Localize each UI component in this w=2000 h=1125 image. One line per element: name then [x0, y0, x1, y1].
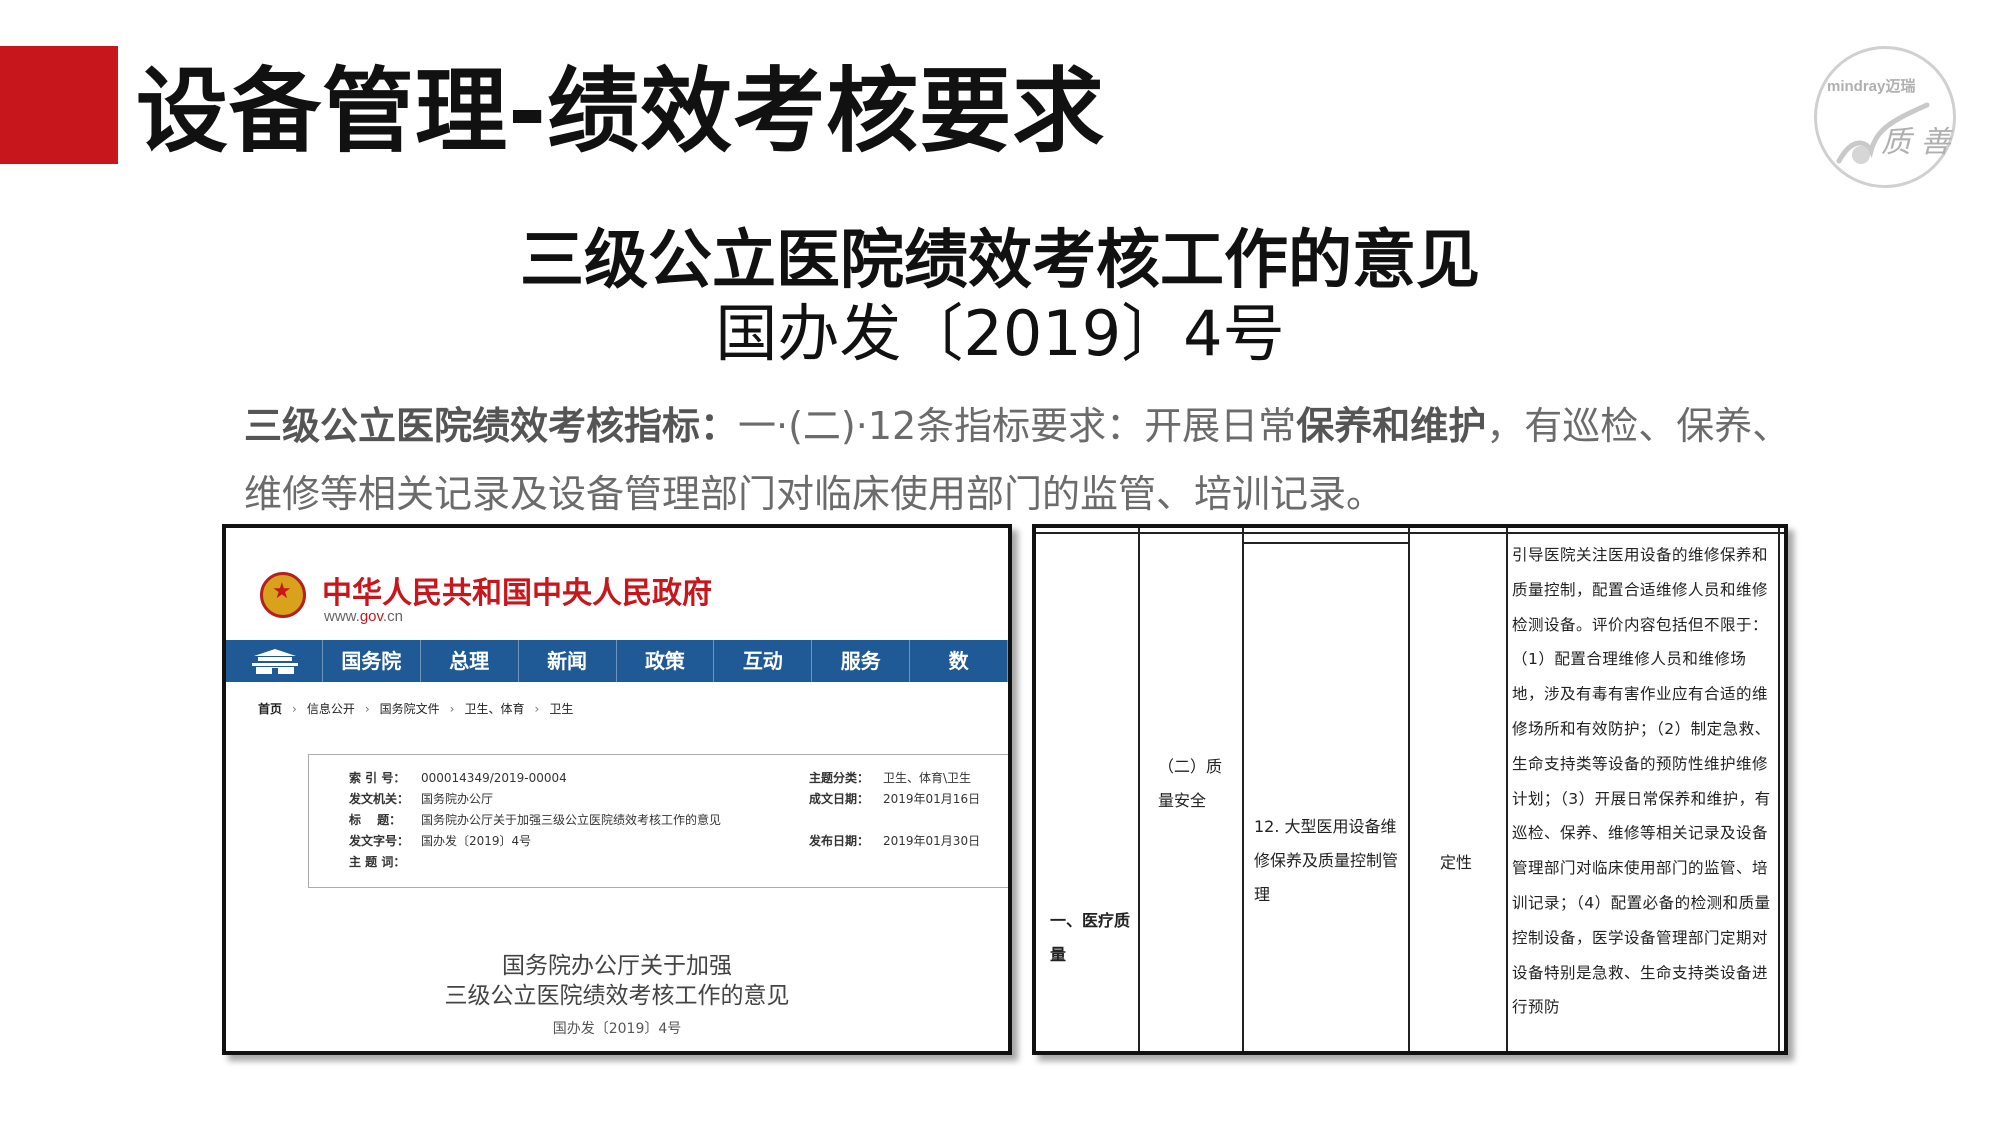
breadcrumb: 首页 › 信息公开 › 国务院文件 › 卫生、体育 › 卫生: [258, 700, 573, 717]
cell-indicator: 12. 大型医用设备维修保养及质量控制管理: [1254, 817, 1399, 904]
gov-url-suffix: .cn: [382, 608, 403, 625]
notice-title-line2: 三级公立医院绩效考核工作的意见: [444, 983, 790, 1009]
meta-index: 索 引 号： 000014349/2019-00004: [349, 771, 567, 785]
gov-url-mid: gov: [359, 608, 383, 625]
indicator-table-screenshot: 一、医疗质量 （二）质量安全 12. 大型医用设备维修保养及质量控制管理 定性 …: [1032, 524, 1788, 1055]
cell-subcategory: （二）质量安全: [1158, 757, 1223, 810]
nav-item-premier[interactable]: 总理: [421, 640, 519, 682]
gov-website-screenshot: 中华人民共和国中央人民政府 www.gov.cn 国务院 总理 新闻 政策 互动…: [222, 524, 1012, 1055]
notice-docno: 国办发〔2019〕4号: [552, 1021, 682, 1037]
table-top-rule: [1036, 532, 1784, 534]
breadcrumb-health[interactable]: 卫生: [549, 700, 573, 717]
breadcrumb-separator: ›: [292, 702, 297, 716]
cell-category: 一、医疗质量: [1050, 911, 1131, 964]
table-col-divider: [1506, 528, 1508, 1051]
meta-date: 成文日期： 2019年01月16日: [809, 792, 981, 806]
breadcrumb-health-sports[interactable]: 卫生、体育: [464, 700, 524, 717]
gov-nav-bar: 国务院 总理 新闻 政策 互动 服务 数: [226, 640, 1008, 682]
nav-item-service[interactable]: 服务: [812, 640, 911, 682]
gov-site-name: 中华人民共和国中央人民政府: [322, 576, 712, 611]
table-col-divider: [1138, 528, 1140, 1051]
notice-title-line1: 国务院办公厅关于加强: [502, 953, 732, 979]
paragraph-highlight: 保养和维护: [1296, 404, 1487, 448]
national-emblem-icon: [260, 572, 306, 618]
document-number: 国办发〔2019〕4号: [715, 297, 1285, 370]
meta-category: 主题分类： 卫生、体育\卫生: [809, 771, 972, 785]
table-col-divider: [1242, 528, 1244, 1051]
nav-item-policy[interactable]: 政策: [617, 640, 715, 682]
indicator-table: 一、医疗质量 （二）质量安全 12. 大型医用设备维修保养及质量控制管理 定性 …: [1036, 528, 1784, 1051]
slide-title: 设备管理-绩效考核要求: [136, 58, 1106, 165]
document-title: 三级公立医院绩效考核工作的意见: [520, 224, 1480, 298]
requirement-paragraph: 三级公立医院绩效考核指标：一·(二)·12条指标要求：开展日常保养和维护，有巡检…: [244, 392, 1804, 528]
paragraph-label: 三级公立医院绩效考核指标：: [244, 404, 739, 448]
nav-item-interaction[interactable]: 互动: [714, 640, 813, 682]
meta-docno: 发文字号： 国办发〔2019〕4号: [349, 834, 532, 848]
gov-url-prefix: www.: [324, 608, 360, 625]
gov-site-url: www.gov.cn: [324, 608, 403, 625]
meta-pubdate: 发布日期： 2019年01月30日: [809, 834, 981, 848]
breadcrumb-docs[interactable]: 国务院文件: [380, 700, 440, 717]
cell-description: 引导医院关注医用设备的维修保养和质量控制，配置合适维修人员和维修检测设备。评价内…: [1512, 546, 1771, 1017]
title-accent-bar: [0, 46, 118, 164]
mindray-logo: mindray迈瑞 质 善: [1814, 46, 1956, 188]
breadcrumb-separator: ›: [364, 702, 370, 716]
gov-header: 中华人民共和国中央人民政府 www.gov.cn: [226, 528, 1008, 640]
meta-subject: 主 题 词：: [349, 855, 406, 869]
tiananmen-icon: [252, 649, 298, 674]
paragraph-text-1: 一·(二)·12条指标要求：开展日常: [738, 404, 1297, 448]
breadcrumb-separator: ›: [534, 702, 540, 716]
document-meta-box: 索 引 号： 000014349/2019-00004 发文机关： 国务院办公厅 标…: [308, 754, 1008, 888]
meta-title: 标 题： 国务院办公厅关于加强三级公立医院绩效考核工作的意见: [349, 813, 722, 827]
nav-item-data[interactable]: 数: [910, 640, 1008, 682]
table-header-rule: [1242, 542, 1408, 544]
table-col-divider: [1778, 528, 1780, 1051]
breadcrumb-separator: ›: [449, 702, 455, 716]
nav-item-news[interactable]: 新闻: [519, 640, 617, 682]
logo-glyph: 质 善: [1881, 125, 1951, 160]
breadcrumb-home[interactable]: 首页: [258, 700, 282, 717]
nav-item-state-council[interactable]: 国务院: [323, 640, 421, 682]
cell-type: 定性: [1440, 853, 1473, 872]
logo-brand-text: mindray迈瑞: [1827, 78, 1916, 95]
table-col-divider: [1408, 528, 1410, 1051]
breadcrumb-info[interactable]: 信息公开: [307, 700, 355, 717]
meta-issuer: 发文机关： 国务院办公厅: [349, 792, 494, 806]
nav-home-button[interactable]: [226, 640, 323, 682]
